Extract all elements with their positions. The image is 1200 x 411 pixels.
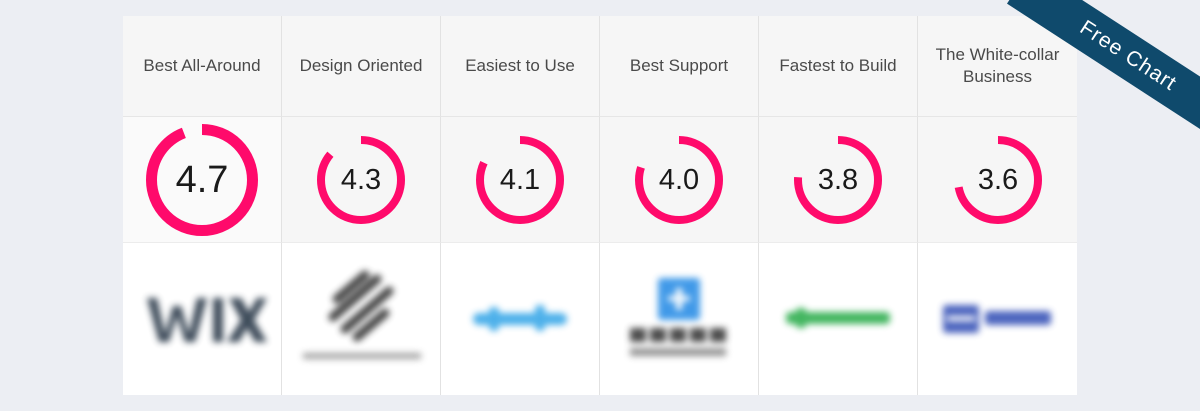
column-heading-label: Easiest to Use (465, 56, 575, 75)
column-heading-fastest-to-build: Fastest to Build (759, 16, 918, 117)
score-ring-svg: 4.7 (146, 123, 258, 236)
score-ring-svg: 4.1 (476, 135, 564, 224)
score-value: 3.6 (977, 164, 1017, 196)
score-ring: 3.6 (953, 135, 1042, 224)
squarespace-logo-icon (303, 270, 421, 359)
brand-logo-cell[interactable] (918, 243, 1077, 395)
score-cell: 3.6 (918, 117, 1077, 243)
brand-logo-cell[interactable] (441, 243, 600, 395)
column-heading-label: Best Support (629, 56, 729, 75)
column-heading-best-support: Best Support (600, 16, 759, 117)
score-ring-svg: 4.3 (317, 135, 405, 224)
free-chart-ribbon-label[interactable]: Free Chart (1006, 0, 1200, 130)
brand-logo-cell[interactable] (282, 243, 441, 395)
hostinger-logo-icon (786, 308, 890, 328)
weebly-logo-icon (473, 305, 567, 331)
score-cell: 4.3 (282, 117, 441, 243)
wix-logo-icon (147, 298, 267, 342)
comparison-table: Best All-Around Design Oriented Easiest … (123, 16, 1077, 395)
score-cell: 3.8 (759, 117, 918, 243)
column-heading-label: Best All-Around (143, 56, 261, 75)
score-cell: 4.0 (600, 117, 759, 243)
score-value: 3.8 (818, 164, 858, 196)
site123-logo-icon (630, 278, 726, 356)
score-ring-svg: 3.8 (794, 135, 882, 224)
score-ring-svg: 4.0 (635, 135, 723, 224)
column-heading-label: Fastest to Build (779, 56, 897, 75)
brand-logo-cell[interactable] (600, 243, 759, 395)
brand-logo-cell[interactable] (759, 243, 918, 395)
score-ring: 4.7 (146, 123, 258, 236)
score-ring: 4.1 (476, 135, 564, 224)
brand-logo-cell[interactable] (123, 243, 282, 395)
column-heading-design-oriented: Design Oriented (282, 16, 441, 117)
score-cell: 4.7 (123, 117, 282, 243)
free-chart-ribbon[interactable]: Free Chart (1000, 0, 1200, 130)
score-value: 4.7 (176, 159, 229, 201)
score-ring: 3.8 (794, 135, 882, 224)
score-ring: 4.3 (317, 135, 405, 224)
score-value: 4.3 (341, 164, 381, 196)
column-heading-best-all-around: Best All-Around (123, 16, 282, 117)
score-cell: 4.1 (441, 117, 600, 243)
godaddy-logo-icon (942, 305, 1051, 333)
column-heading-easiest-to-use: Easiest to Use (441, 16, 600, 117)
score-value: 4.1 (500, 164, 540, 196)
column-heading-label: Design Oriented (299, 56, 423, 75)
score-ring: 4.0 (635, 135, 723, 224)
score-value: 4.0 (659, 164, 699, 196)
score-ring-svg: 3.6 (953, 135, 1042, 224)
